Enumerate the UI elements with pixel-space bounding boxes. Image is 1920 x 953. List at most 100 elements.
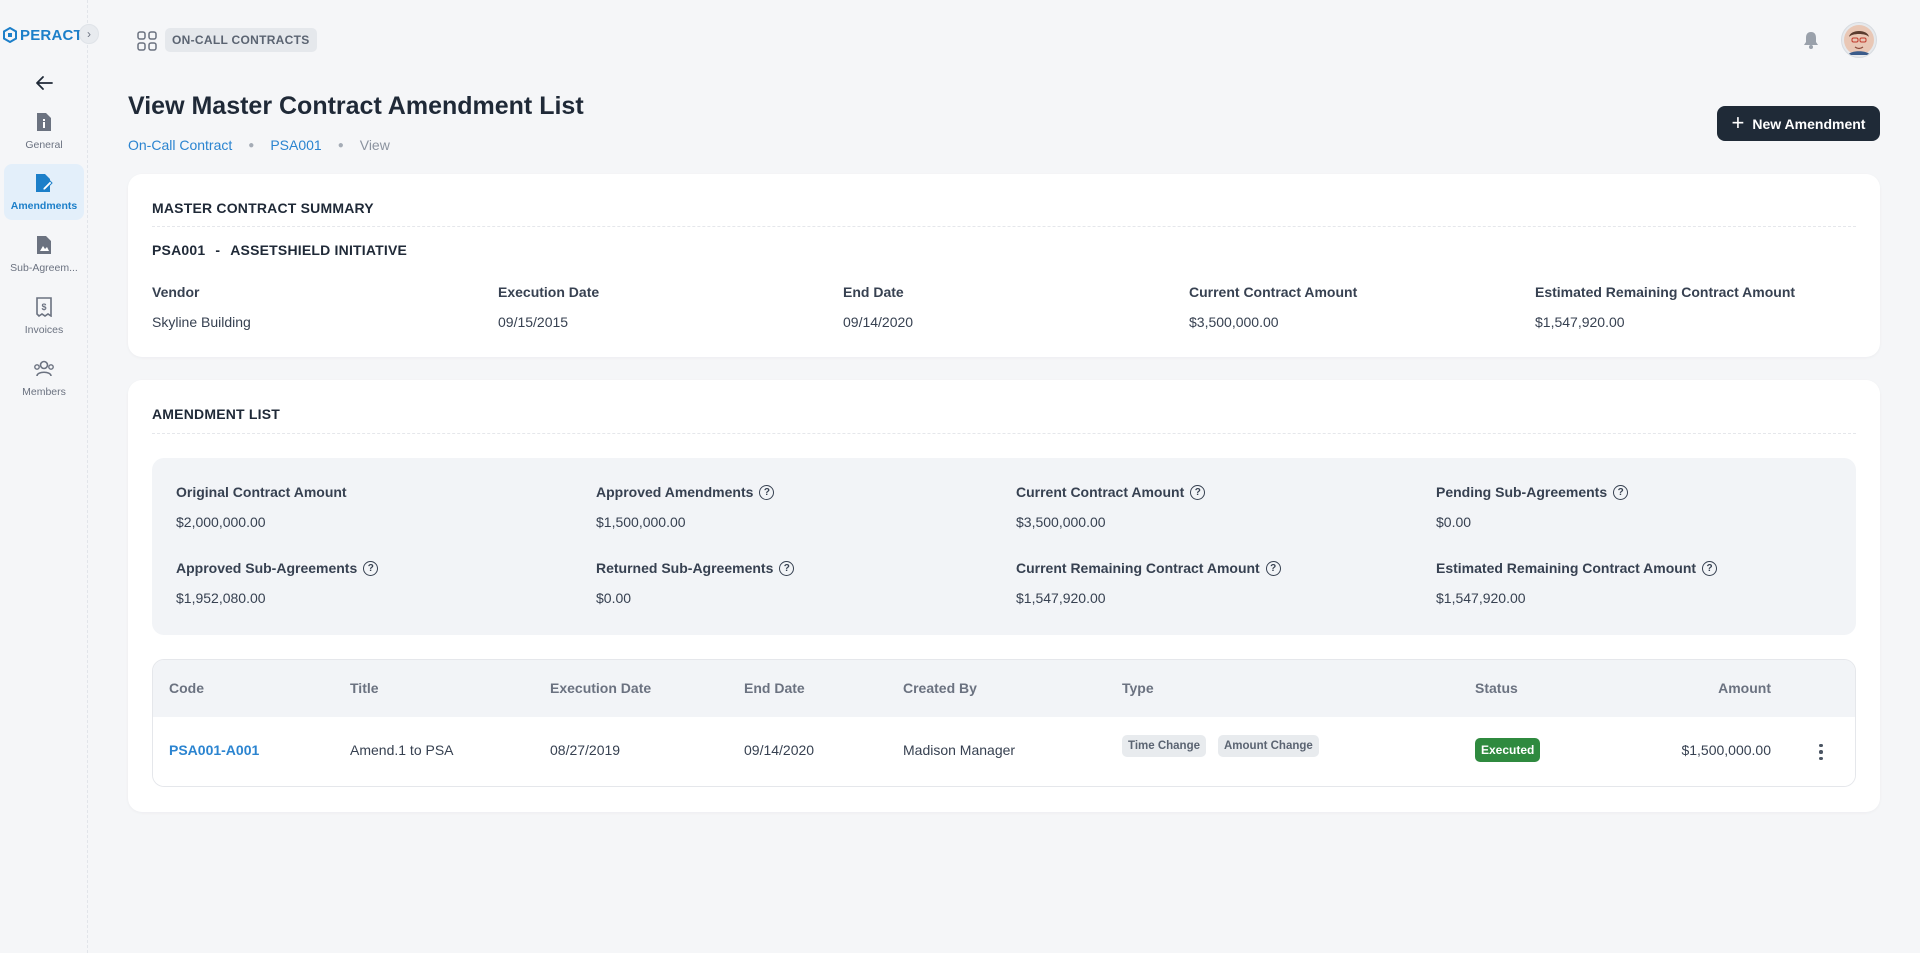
stat-returned-sub-agreements: Returned Sub-Agreements? $0.00 [596, 560, 795, 606]
members-icon [33, 358, 55, 380]
document-image-icon [33, 234, 55, 256]
column-header-status[interactable]: Status [1475, 680, 1518, 696]
stat-value: $2,000,000.00 [176, 514, 266, 530]
summary-field-label: Estimated Remaining Contract Amount [1535, 284, 1796, 300]
type-chip-time-change: Time Change [1122, 735, 1206, 757]
brand-mark-icon [3, 27, 17, 43]
sidebar-item-members[interactable]: Members [4, 350, 84, 406]
contract-name: PSA001- ASSETSHIELD INITIATIVE [152, 242, 407, 258]
avatar[interactable] [1841, 22, 1877, 58]
stat-label: Approved Sub-Agreements? [176, 560, 379, 576]
sidebar-item-sub-agreements[interactable]: Sub-Agreem... [4, 226, 84, 282]
stat-label: Pending Sub-Agreements? [1436, 484, 1629, 500]
summary-field-label: Execution Date [498, 284, 600, 300]
breadcrumb-link-on-call-contract[interactable]: On-Call Contract [128, 137, 232, 153]
stat-label-text: Estimated Remaining Contract Amount [1436, 560, 1697, 576]
amendment-created-by: Madison Manager [903, 742, 1016, 758]
amendment-code-link[interactable]: PSA001-A001 [169, 742, 259, 758]
brand-logo[interactable]: PERACT [0, 24, 83, 46]
stat-value: $1,500,000.00 [596, 514, 686, 530]
sidebar-item-label: Invoices [24, 324, 64, 336]
stat-label: Current Remaining Contract Amount? [1016, 560, 1281, 576]
contract-code: PSA001 [152, 242, 206, 258]
stat-pending-sub-agreements: Pending Sub-Agreements? $0.00 [1436, 484, 1629, 530]
help-icon[interactable]: ? [779, 560, 795, 576]
column-header-created-by[interactable]: Created By [903, 680, 977, 696]
document-info-icon [33, 111, 55, 133]
sidebar-item-general[interactable]: General [4, 103, 84, 159]
help-icon[interactable]: ? [1613, 484, 1629, 500]
contract-name-separator: - [215, 242, 221, 258]
summary-field-end-date: End Date 09/14/2020 [843, 284, 913, 330]
column-header-amount[interactable]: Amount [1718, 680, 1771, 696]
stat-current-contract-amount: Current Contract Amount? $3,500,000.00 [1016, 484, 1206, 530]
document-edit-icon [33, 172, 55, 194]
stat-approved-amendments: Approved Amendments? $1,500,000.00 [596, 484, 775, 530]
help-icon[interactable]: ? [1190, 484, 1206, 500]
amendment-title: Amend.1 to PSA [350, 742, 454, 758]
column-header-execution-date[interactable]: Execution Date [550, 680, 651, 696]
help-icon[interactable]: ? [363, 560, 379, 576]
stat-value: $0.00 [1436, 514, 1472, 530]
sidebar-item-invoices[interactable]: $ Invoices [4, 288, 84, 344]
column-header-title[interactable]: Title [350, 680, 379, 696]
sidebar-collapse-button[interactable]: › [79, 24, 99, 44]
summary-field-label: Vendor [152, 284, 200, 300]
column-header-code[interactable]: Code [169, 680, 204, 696]
svg-text:$: $ [41, 302, 46, 312]
stat-label: Approved Amendments? [596, 484, 775, 500]
chevron-right-icon: › [87, 27, 91, 41]
contract-title: ASSETSHIELD INITIATIVE [230, 242, 408, 258]
summary-field-label: End Date [843, 284, 904, 300]
stat-approved-sub-agreements: Approved Sub-Agreements? $1,952,080.00 [176, 560, 379, 606]
stat-original-contract-amount: Original Contract Amount $2,000,000.00 [176, 484, 347, 530]
apps-grid-icon[interactable] [137, 31, 157, 51]
summary-field-execution-date: Execution Date 09/15/2015 [498, 284, 599, 330]
help-icon[interactable]: ? [759, 484, 775, 500]
breadcrumb-current: View [359, 137, 390, 153]
stat-label-text: Returned Sub-Agreements [596, 560, 774, 576]
column-header-type[interactable]: Type [1122, 680, 1154, 696]
arrow-left-icon [36, 76, 53, 90]
sidebar-item-amendments[interactable]: Amendments [4, 164, 84, 220]
new-amendment-button[interactable]: + New Amendment [1717, 106, 1880, 141]
more-options-icon[interactable] [1809, 740, 1833, 764]
stat-value: $1,952,080.00 [176, 590, 266, 606]
column-header-end-date[interactable]: End Date [744, 680, 805, 696]
summary-field-vendor: Vendor Skyline Building [152, 284, 251, 330]
stat-current-remaining-contract-amount: Current Remaining Contract Amount? $1,54… [1016, 560, 1281, 606]
stat-label-text: Original Contract Amount [176, 484, 347, 500]
breadcrumb-separator: ● [337, 139, 344, 151]
summary-field-label: Current Contract Amount [1189, 284, 1358, 300]
help-icon[interactable]: ? [1702, 560, 1718, 576]
breadcrumb-link-psa001[interactable]: PSA001 [270, 137, 321, 153]
amendment-list-card: AMENDMENT LIST Original Contract Amount … [128, 380, 1880, 812]
stat-label: Returned Sub-Agreements? [596, 560, 795, 576]
module-chip[interactable]: ON-CALL CONTRACTS [165, 28, 317, 52]
help-icon[interactable]: ? [1265, 560, 1281, 576]
stat-label-text: Approved Sub-Agreements [176, 560, 358, 576]
table-row[interactable]: PSA001-A001 Amend.1 to PSA 08/27/2019 09… [153, 717, 1855, 786]
back-button[interactable] [32, 72, 56, 94]
stat-label-text: Current Contract Amount [1016, 484, 1185, 500]
master-contract-summary-card: MASTER CONTRACT SUMMARY PSA001- ASSETSHIE… [128, 174, 1880, 357]
table-header: Code Title Execution Date End Date Creat… [153, 660, 1855, 717]
summary-field-value: 09/15/2015 [498, 314, 569, 330]
sidebar-item-label: Amendments [10, 200, 78, 212]
summary-title: MASTER CONTRACT SUMMARY [152, 200, 374, 216]
stat-value: $1,547,920.00 [1016, 590, 1106, 606]
invoice-dollar-icon: $ [33, 296, 55, 318]
stat-label-text: Current Remaining Contract Amount [1016, 560, 1260, 576]
new-amendment-label: New Amendment [1752, 115, 1866, 132]
stat-label: Current Contract Amount? [1016, 484, 1206, 500]
sidebar-item-label: Members [22, 386, 66, 398]
page-title: View Master Contract Amendment List [128, 92, 584, 120]
stat-label-text: Approved Amendments [596, 484, 754, 500]
summary-divider [152, 226, 1856, 227]
amendment-amount: $1,500,000.00 [1681, 742, 1771, 758]
sidebar: PERACT › General Amendments Sub-Agreem..… [0, 0, 99, 953]
summary-field-estimated-remaining-amount: Estimated Remaining Contract Amount $1,5… [1535, 284, 1795, 330]
bell-icon[interactable] [1801, 30, 1821, 50]
summary-field-value: $1,547,920.00 [1535, 314, 1625, 330]
sidebar-item-label: General [25, 139, 63, 151]
